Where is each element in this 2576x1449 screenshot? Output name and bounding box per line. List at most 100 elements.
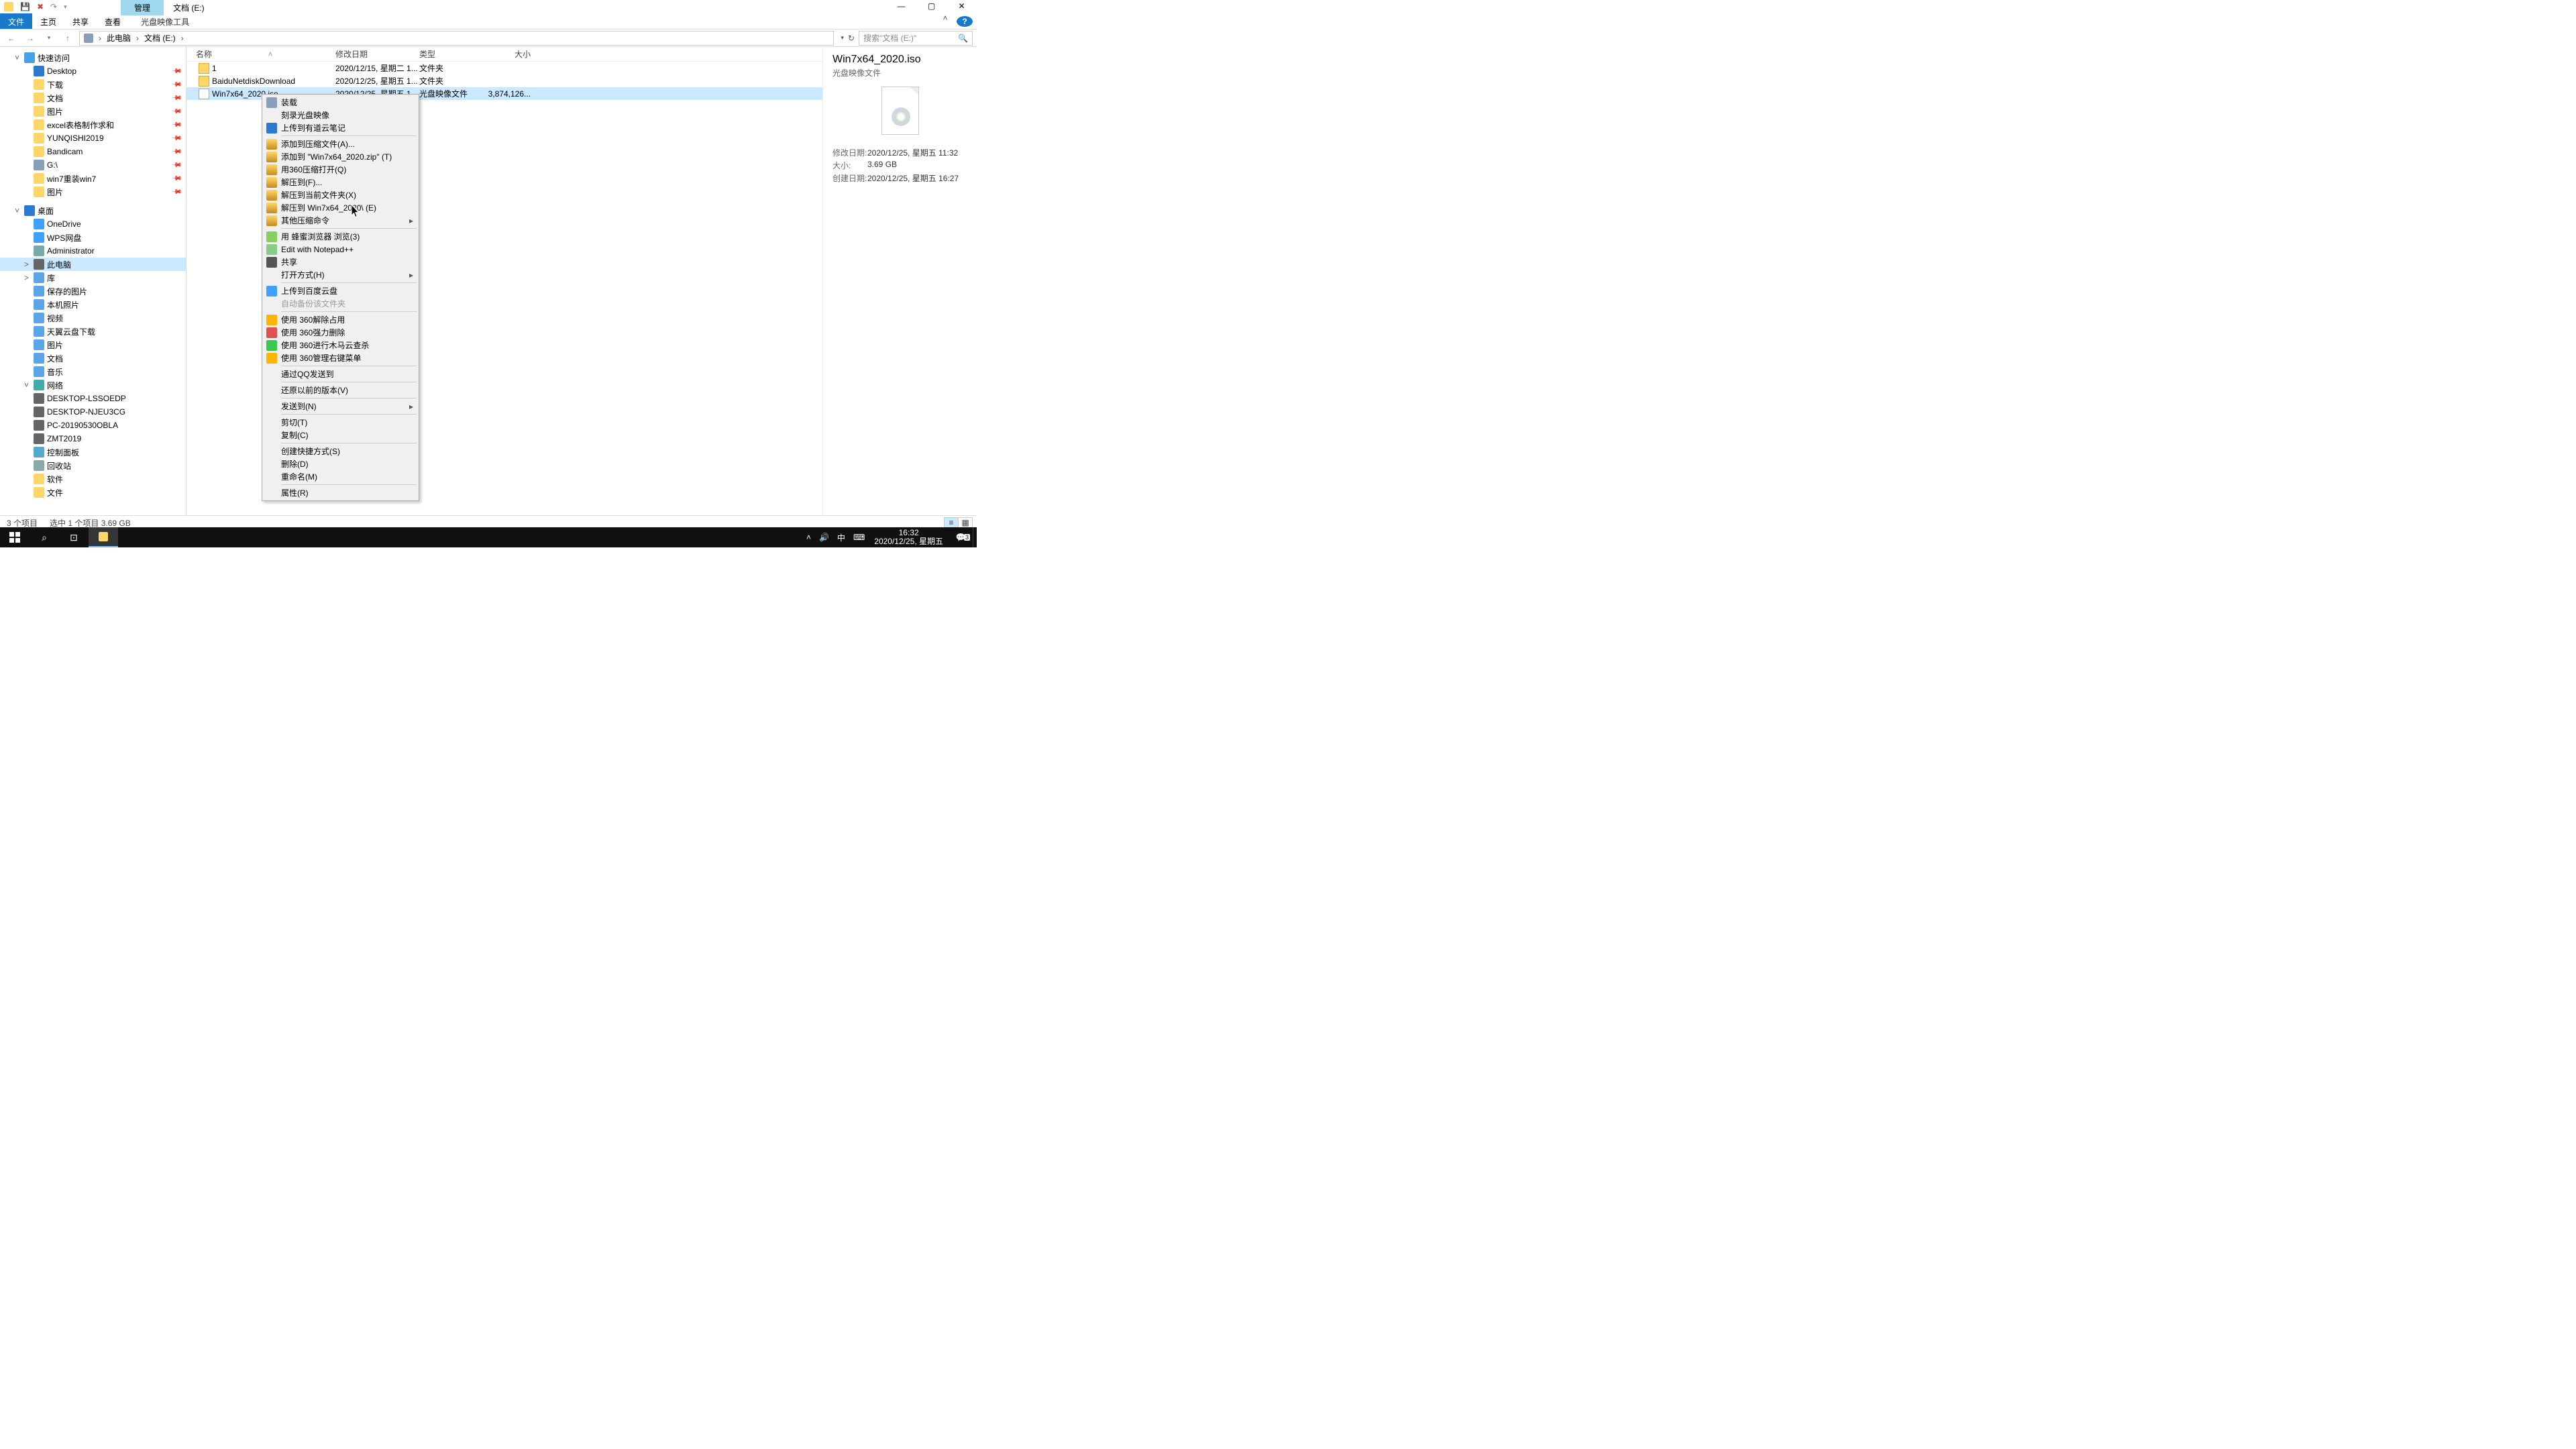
tree-pin-item[interactable]: win7重装win7📌 xyxy=(0,172,186,185)
col-type[interactable]: 类型 xyxy=(419,48,488,60)
address-dropdown-icon[interactable]: ▾ xyxy=(841,34,844,42)
tree-pin-item[interactable]: 下载📌 xyxy=(0,78,186,91)
tree-other-item[interactable]: 文件 xyxy=(0,486,186,499)
nav-up[interactable]: ↑ xyxy=(60,34,75,43)
tree-pin-item[interactable]: G:\📌 xyxy=(0,158,186,172)
tree-lib-item[interactable]: 音乐 xyxy=(0,365,186,378)
crumb-path1[interactable]: 文档 (E:) xyxy=(144,32,176,44)
tree-lib-item[interactable]: 文档 xyxy=(0,352,186,365)
tree-pin-item[interactable]: excel表格制作求和📌 xyxy=(0,118,186,131)
menu-item[interactable]: 解压到 Win7x64_2020\ (E) xyxy=(264,201,417,214)
menu-item[interactable]: 通过QQ发送到 xyxy=(264,368,417,380)
menu-item[interactable]: 剪切(T) xyxy=(264,416,417,429)
start-button[interactable] xyxy=(0,527,30,547)
tray-keyboard-icon[interactable]: ⌨ xyxy=(849,533,869,542)
tray-volume-icon[interactable]: 🔊 xyxy=(815,533,833,542)
menu-item[interactable]: 删除(D) xyxy=(264,458,417,470)
tree-network[interactable]: ˅网络 xyxy=(0,378,186,392)
nav-forward[interactable]: → xyxy=(23,34,38,43)
search-box[interactable]: 搜索"文档 (E:)" 🔍 xyxy=(859,31,973,46)
address-bar[interactable]: 此电脑 文档 (E:) xyxy=(79,31,834,46)
menu-item[interactable]: 复制(C) xyxy=(264,429,417,441)
help-icon[interactable]: ? xyxy=(957,16,973,27)
tree-desktop-item[interactable]: OneDrive xyxy=(0,217,186,231)
menu-item[interactable]: 使用 360管理右键菜单 xyxy=(264,352,417,364)
tree-net-item[interactable]: ZMT2019 xyxy=(0,432,186,445)
tree-pin-item[interactable]: Bandicam📌 xyxy=(0,145,186,158)
search-button[interactable]: ⌕ xyxy=(30,527,59,547)
menu-item[interactable]: 用360压缩打开(Q) xyxy=(264,163,417,176)
tree-other-item[interactable]: 回收站 xyxy=(0,459,186,472)
tree-desktop[interactable]: ˅桌面 xyxy=(0,204,186,217)
menu-item[interactable]: 用 蜂蜜浏览器 浏览(3) xyxy=(264,230,417,243)
menu-item[interactable]: 还原以前的版本(V) xyxy=(264,384,417,396)
menu-item[interactable]: 添加到 "Win7x64_2020.zip" (T) xyxy=(264,150,417,163)
ribbon-view[interactable]: 查看 xyxy=(97,13,129,29)
crumb-root[interactable]: 此电脑 xyxy=(107,32,131,44)
file-row[interactable]: BaiduNetdiskDownload 2020/12/25, 星期五 1..… xyxy=(186,74,822,87)
menu-item[interactable]: 其他压缩命令▸ xyxy=(264,214,417,227)
qat-dropdown-icon[interactable]: ▾ xyxy=(64,3,67,11)
minimize-button[interactable]: ― xyxy=(886,0,916,12)
col-date[interactable]: 修改日期 xyxy=(335,48,419,60)
col-name[interactable]: 名称 ˄ xyxy=(186,48,335,60)
tree-desktop-item[interactable]: ˃此电脑 xyxy=(0,258,186,271)
menu-item[interactable]: 上传到有道云笔记 xyxy=(264,121,417,134)
file-row[interactable]: 1 2020/12/15, 星期二 1...文件夹 xyxy=(186,62,822,74)
qat-save-icon[interactable]: 💾 xyxy=(20,2,30,11)
maximize-button[interactable]: ▢ xyxy=(916,0,947,12)
menu-item[interactable]: 解压到当前文件夹(X) xyxy=(264,189,417,201)
ribbon-disc-tools[interactable]: 光盘映像工具 xyxy=(133,13,197,29)
tree-lib-item[interactable]: 保存的图片 xyxy=(0,284,186,298)
menu-item[interactable]: 共享 xyxy=(264,256,417,268)
menu-item[interactable]: Edit with Notepad++ xyxy=(264,243,417,256)
menu-item[interactable]: 装载 xyxy=(264,96,417,109)
tree-lib-item[interactable]: 天翼云盘下载 xyxy=(0,325,186,338)
tree-pin-item[interactable]: 图片📌 xyxy=(0,185,186,199)
menu-item[interactable]: 上传到百度云盘 xyxy=(264,284,417,297)
tree-other-item[interactable]: 软件 xyxy=(0,472,186,486)
tree-quick-access[interactable]: ˅快速访问 xyxy=(0,51,186,64)
tray-overflow[interactable]: ˄ xyxy=(802,533,815,542)
explorer-taskbar[interactable] xyxy=(89,527,118,547)
refresh-icon[interactable]: ↻ xyxy=(848,34,855,43)
menu-item[interactable]: 属性(R) xyxy=(264,486,417,499)
menu-item[interactable]: 自动备份该文件夹 xyxy=(264,297,417,310)
tray-notifications[interactable]: 💬3 xyxy=(949,533,973,542)
show-desktop[interactable] xyxy=(973,527,977,547)
tree-pin-item[interactable]: 图片📌 xyxy=(0,105,186,118)
menu-item[interactable]: 使用 360强力删除 xyxy=(264,326,417,339)
tree-desktop-item[interactable]: ˃库 xyxy=(0,271,186,284)
menu-item[interactable]: 打开方式(H)▸ xyxy=(264,268,417,281)
menu-item[interactable]: 添加到压缩文件(A)... xyxy=(264,138,417,150)
ribbon-share[interactable]: 共享 xyxy=(64,13,97,29)
tree-desktop-item[interactable]: WPS网盘 xyxy=(0,231,186,244)
tray-ime[interactable]: 中 xyxy=(833,532,849,543)
tree-net-item[interactable]: DESKTOP-LSSOEDP xyxy=(0,392,186,405)
tree-pin-item[interactable]: YUNQISHI2019📌 xyxy=(0,131,186,145)
menu-item[interactable]: 刻录光盘映像 xyxy=(264,109,417,121)
tree-desktop-item[interactable]: Administrator xyxy=(0,244,186,258)
tree-net-item[interactable]: DESKTOP-NJEU3CG xyxy=(0,405,186,419)
ribbon-home[interactable]: 主页 xyxy=(32,13,64,29)
tree-net-item[interactable]: PC-20190530OBLA xyxy=(0,419,186,432)
col-size[interactable]: 大小 xyxy=(488,48,535,60)
qat-redo-icon[interactable]: ↷ xyxy=(50,2,57,11)
tree-lib-item[interactable]: 图片 xyxy=(0,338,186,352)
menu-item[interactable]: 发送到(N)▸ xyxy=(264,400,417,413)
tree-other-item[interactable]: 控制面板 xyxy=(0,445,186,459)
tree-lib-item[interactable]: 视频 xyxy=(0,311,186,325)
menu-item[interactable]: 创建快捷方式(S) xyxy=(264,445,417,458)
qat-undo-icon[interactable]: ✖ xyxy=(37,2,44,11)
task-view-button[interactable]: ⊡ xyxy=(59,527,89,547)
menu-item[interactable]: 重命名(M) xyxy=(264,470,417,483)
ribbon-file[interactable]: 文件 xyxy=(0,13,32,29)
close-button[interactable]: ✕ xyxy=(947,0,977,12)
menu-item[interactable]: 解压到(F)... xyxy=(264,176,417,189)
nav-back[interactable]: ← xyxy=(4,34,19,43)
tray-clock[interactable]: 16:32 2020/12/25, 星期五 xyxy=(869,529,949,546)
context-tab[interactable]: 管理 xyxy=(121,0,164,15)
menu-item[interactable]: 使用 360进行木马云查杀 xyxy=(264,339,417,352)
menu-item[interactable]: 使用 360解除占用 xyxy=(264,313,417,326)
tree-pin-item[interactable]: Desktop📌 xyxy=(0,64,186,78)
